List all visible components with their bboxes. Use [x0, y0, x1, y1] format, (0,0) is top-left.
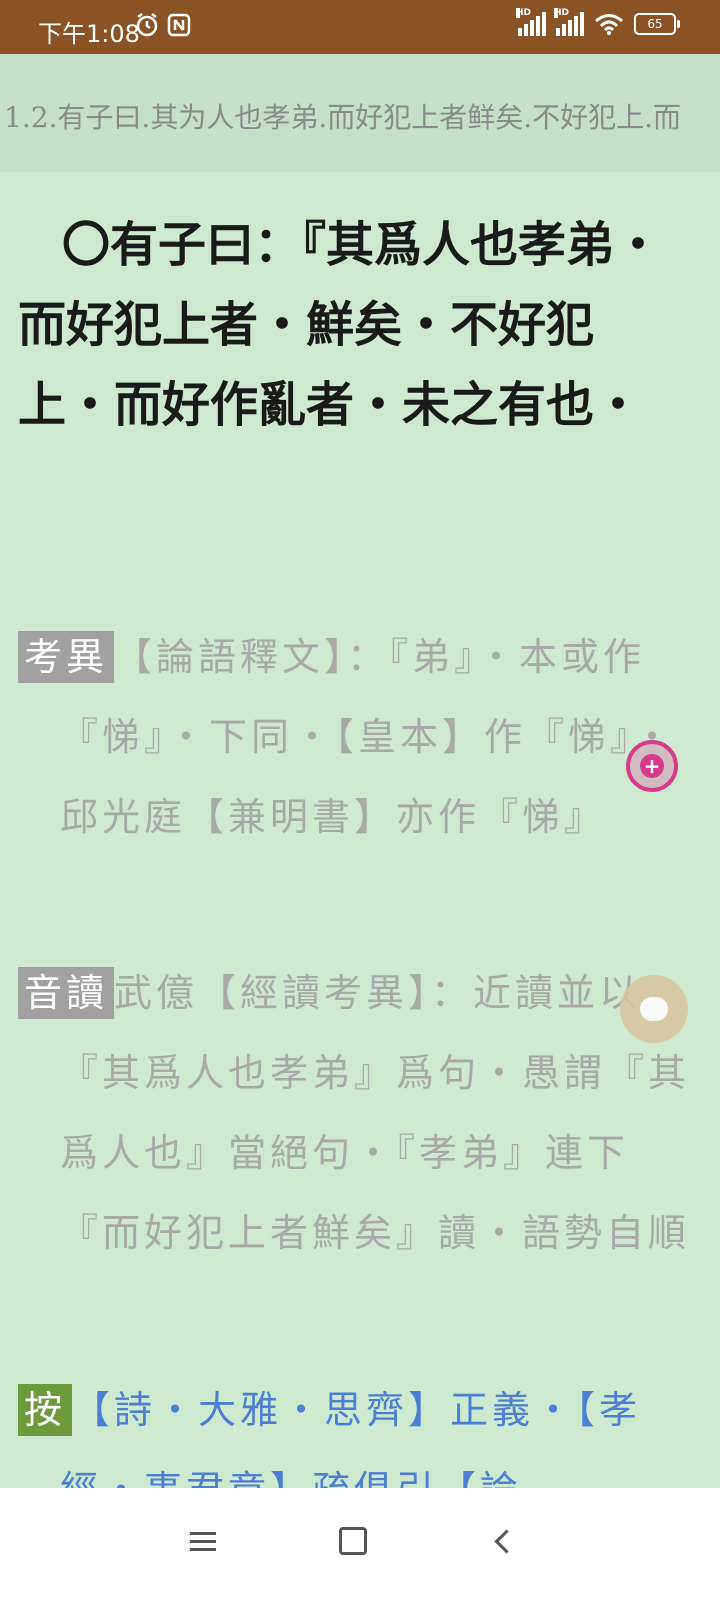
back-button[interactable]	[478, 1516, 528, 1566]
commentary-kaoyi: 考異 【論語釋文】：『弟』・本或作『悌』・下同・【皇本】作『悌』・邱光庭【兼明書】…	[18, 617, 690, 857]
commentary-yindu-text: 武億【經讀考異】：近讀並以『其爲人也孝弟』爲句・愚謂『其爲人也』當絕句・『孝弟』…	[60, 971, 691, 1255]
system-nav-bar	[0, 1488, 720, 1600]
main-verse: 〇有子曰：『其爲人也孝弟・而好犯上者・鮮矣・不好犯上・而好作亂者・未之有也・	[18, 217, 663, 433]
commentary-yindu: 音讀 武億【經讀考異】：近讀並以『其爲人也孝弟』爲句・愚謂『其爲人也』當絕句・『孝…	[18, 953, 690, 1273]
chapter-title-bar[interactable]: 1.2.有子曰.其为人也孝弟.而好犯上者鲜矣.不好犯上.而	[0, 54, 720, 172]
tag-kaoyi[interactable]: 考異	[18, 631, 115, 683]
alarm-icon	[136, 13, 158, 37]
floating-add-button[interactable]: +	[626, 740, 678, 792]
status-icons-left	[135, 12, 191, 38]
signal-icon: HD	[516, 8, 546, 36]
wifi-icon	[595, 14, 623, 35]
signal-icon-2: HD	[554, 8, 584, 36]
commentary-an-text[interactable]: 【詩・大雅・思齊】正義・【孝經・事君章】疏俱引【論	[60, 1388, 641, 1488]
status-time: 下午1:08	[38, 20, 140, 48]
menu-icon[interactable]	[178, 1516, 228, 1566]
status-bar: 下午1:08 HD HD 65	[0, 0, 720, 54]
tag-an[interactable]: 按	[18, 1384, 73, 1436]
tag-yindu[interactable]: 音讀	[18, 967, 115, 1019]
battery-icon: 65	[634, 13, 680, 35]
chapter-title: 1.2.有子曰.其为人也孝弟.而好犯上者鲜矣.不好犯上.而	[4, 101, 682, 134]
status-icons-right: HD HD 65	[516, 8, 680, 36]
home-button[interactable]	[328, 1516, 378, 1566]
floating-chat-button[interactable]	[620, 975, 688, 1043]
commentary-an: 按【詩・大雅・思齊】正義・【孝經・事君章】疏俱引【論	[18, 1370, 690, 1488]
nfc-icon	[167, 13, 191, 37]
back-icon	[493, 1528, 519, 1554]
chat-icon	[640, 997, 668, 1021]
commentary-kaoyi-text: 【論語釋文】：『弟』・本或作『悌』・下同・【皇本】作『悌』・邱光庭【兼明書】亦作…	[60, 635, 676, 839]
home-icon	[339, 1527, 367, 1555]
plus-icon: +	[640, 754, 664, 778]
